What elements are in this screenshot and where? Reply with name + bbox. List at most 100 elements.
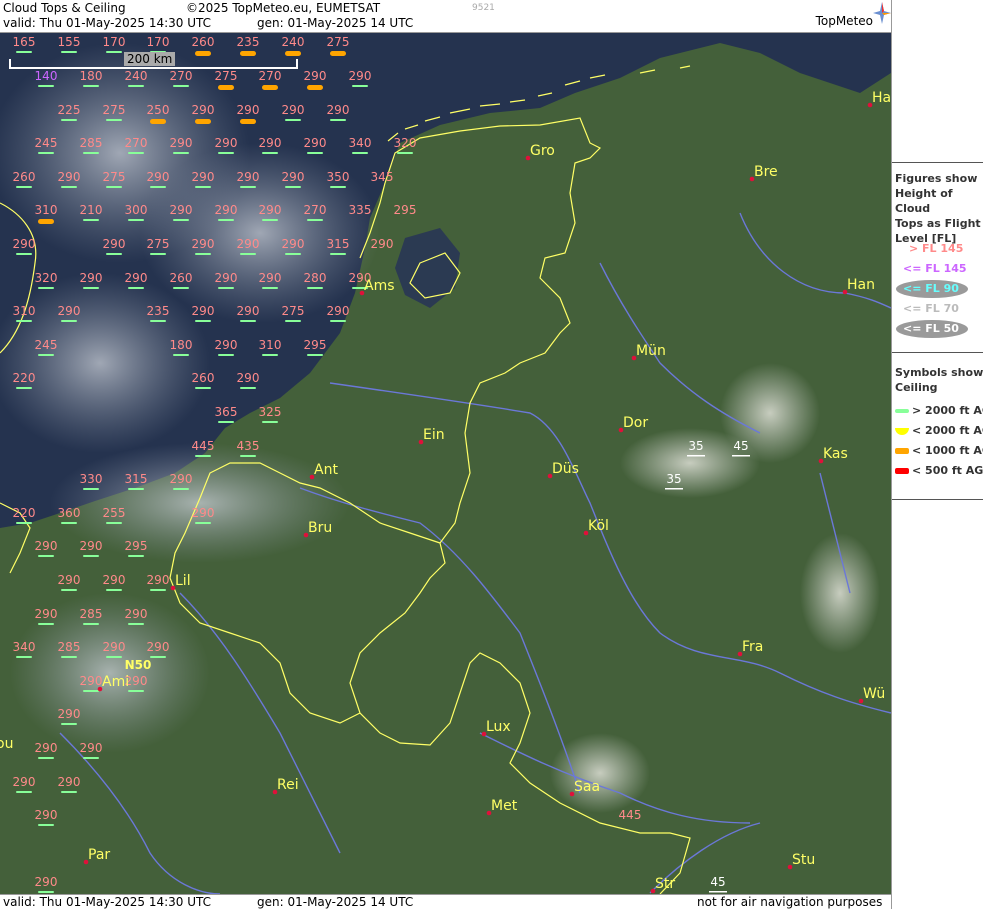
cloud-top-value: 270 <box>170 69 193 83</box>
ceiling-symbol-orange <box>330 51 346 56</box>
cloud-top-value: 340 <box>13 640 36 654</box>
city-marker[interactable]: Ha <box>867 90 891 108</box>
map-title: Cloud Tops & Ceiling <box>3 1 126 15</box>
cloud-top-value: 290 <box>58 775 81 789</box>
ceiling-symbol-green <box>106 119 122 121</box>
ceiling-legend-title: Symbols show Ceiling <box>895 365 983 395</box>
city-marker[interactable]: Ein <box>418 427 445 445</box>
city-marker[interactable]: Düs <box>547 461 579 479</box>
cloud-top-value: 445 <box>192 439 215 453</box>
ceiling-symbol-green <box>307 287 323 289</box>
ceiling-symbol-green <box>38 555 54 557</box>
cloud-top-value: 45 <box>733 439 748 453</box>
city-marker[interactable]: Bru <box>303 520 333 538</box>
ceiling-symbol-green <box>218 152 234 154</box>
city-marker[interactable]: Par <box>83 847 111 865</box>
ceiling-symbol-green <box>352 85 368 87</box>
cloud-top-value: 290 <box>304 136 327 150</box>
city-marker[interactable]: Köl <box>583 518 609 536</box>
cloud-top-value: 290 <box>237 237 260 251</box>
city-marker[interactable]: ou <box>0 736 13 753</box>
city-marker[interactable]: Saa <box>569 779 600 797</box>
ceiling-symbol-green <box>262 287 278 289</box>
ceiling-title-line: Ceiling <box>895 381 938 394</box>
cloud-top-value: 290 <box>192 304 215 318</box>
city-marker[interactable]: Stu <box>787 852 816 870</box>
cloud-top-value: 275 <box>327 35 350 49</box>
tops-legend: Figures show Height of Cloud Tops as Fli… <box>892 162 983 353</box>
ceiling-symbol-green <box>195 320 211 322</box>
ceiling-symbol-green <box>218 421 234 423</box>
ceiling-symbol-green <box>352 152 368 154</box>
ceiling-symbol-green <box>330 119 346 121</box>
cloud-top-value: 290 <box>215 271 238 285</box>
ceiling-symbol-green <box>106 589 122 591</box>
city-marker[interactable]: Ams <box>359 278 395 296</box>
ceiling-symbol-green <box>330 320 346 322</box>
city-marker[interactable]: Fra <box>737 639 764 657</box>
ceiling-symbol-green <box>83 623 99 625</box>
city-label: Ami <box>102 674 129 690</box>
ceiling-symbol-green <box>61 723 77 725</box>
city-marker[interactable]: Str <box>650 876 676 894</box>
ceiling-symbol-green <box>128 690 144 692</box>
cloud-top-value: 35 <box>688 439 703 453</box>
ceiling-symbol-green <box>61 320 77 322</box>
city-label: Düs <box>552 461 579 477</box>
cloud-top-value: 290 <box>103 237 126 251</box>
city-marker[interactable]: Mün <box>631 343 666 361</box>
cloud-top-value: 275 <box>103 170 126 184</box>
city-marker[interactable]: Dor <box>618 415 649 433</box>
tops-legend-title: Figures show Height of Cloud Tops as Fli… <box>895 171 983 246</box>
ceiling-symbol-green <box>173 85 189 87</box>
city-marker[interactable]: Met <box>486 798 518 816</box>
cloud-top-value: 290 <box>282 170 305 184</box>
cloud-top-value: 310 <box>35 203 58 217</box>
cloud-top-value: 290 <box>327 103 350 117</box>
cloud-top-value: 285 <box>80 136 103 150</box>
city-marker[interactable]: Bre <box>749 164 778 182</box>
map-footer: valid: Thu 01-May-2025 14:30 UTC gen: 01… <box>0 894 891 910</box>
city-marker[interactable]: Kas <box>818 446 848 464</box>
cloud-top-value: 290 <box>170 472 193 486</box>
ceiling-symbol-green <box>173 152 189 154</box>
cloud-top-value: 170 <box>147 35 170 49</box>
city-marker[interactable]: Wü <box>858 686 886 704</box>
ceiling-symbol-green <box>128 555 144 557</box>
city-marker[interactable]: Rei <box>272 777 299 795</box>
city-marker[interactable]: Han <box>842 277 875 295</box>
city-label: Saa <box>574 779 600 795</box>
cloud-top-value: 295 <box>394 203 417 217</box>
city-marker[interactable]: Lux <box>481 719 511 737</box>
map-id: 9521 <box>472 3 495 13</box>
legend-fl-70: <= FL 70 <box>903 302 959 315</box>
ceiling-symbol-green <box>195 186 211 188</box>
cloud-top-value: 285 <box>80 607 103 621</box>
cloud-top-value: 290 <box>282 103 305 117</box>
ceiling-symbol-green <box>195 455 211 457</box>
cloud-top-value: 290 <box>237 304 260 318</box>
ceiling-symbol-green <box>61 791 77 793</box>
cloud-top-value: 320 <box>394 136 417 150</box>
cloud-top-value: 290 <box>170 203 193 217</box>
city-marker[interactable]: Ami <box>97 674 129 692</box>
cloud-top-value: 290 <box>327 304 350 318</box>
city-label: Fra <box>742 639 763 655</box>
cloud-top-value: 350 <box>327 170 350 184</box>
city-label: Mün <box>636 343 666 359</box>
satellite-map[interactable]: 165 155 170 170 260 235 240 275 140 180 240 270 275 2… <box>0 33 891 894</box>
city-marker[interactable]: Gro <box>525 143 555 161</box>
cloud-top-value: 260 <box>13 170 36 184</box>
ceiling-symbol-green <box>173 354 189 356</box>
cloud-top-value: 315 <box>327 237 350 251</box>
ceiling-symbol-green <box>240 253 256 255</box>
city-marker[interactable]: Ant <box>309 462 339 480</box>
ceiling-symbol-green <box>16 320 32 322</box>
ceiling-legend: Symbols show Ceiling > 2000 ft AGL < 200… <box>892 352 983 500</box>
cloud-top-value: 330 <box>80 472 103 486</box>
ceiling-symbol-green <box>150 656 166 658</box>
ceiling-symbol-green <box>83 152 99 154</box>
ceiling-symbol-green <box>195 387 211 389</box>
tops-title-line: Tops as Flight <box>895 217 981 230</box>
cloud-top-value: 225 <box>58 103 81 117</box>
